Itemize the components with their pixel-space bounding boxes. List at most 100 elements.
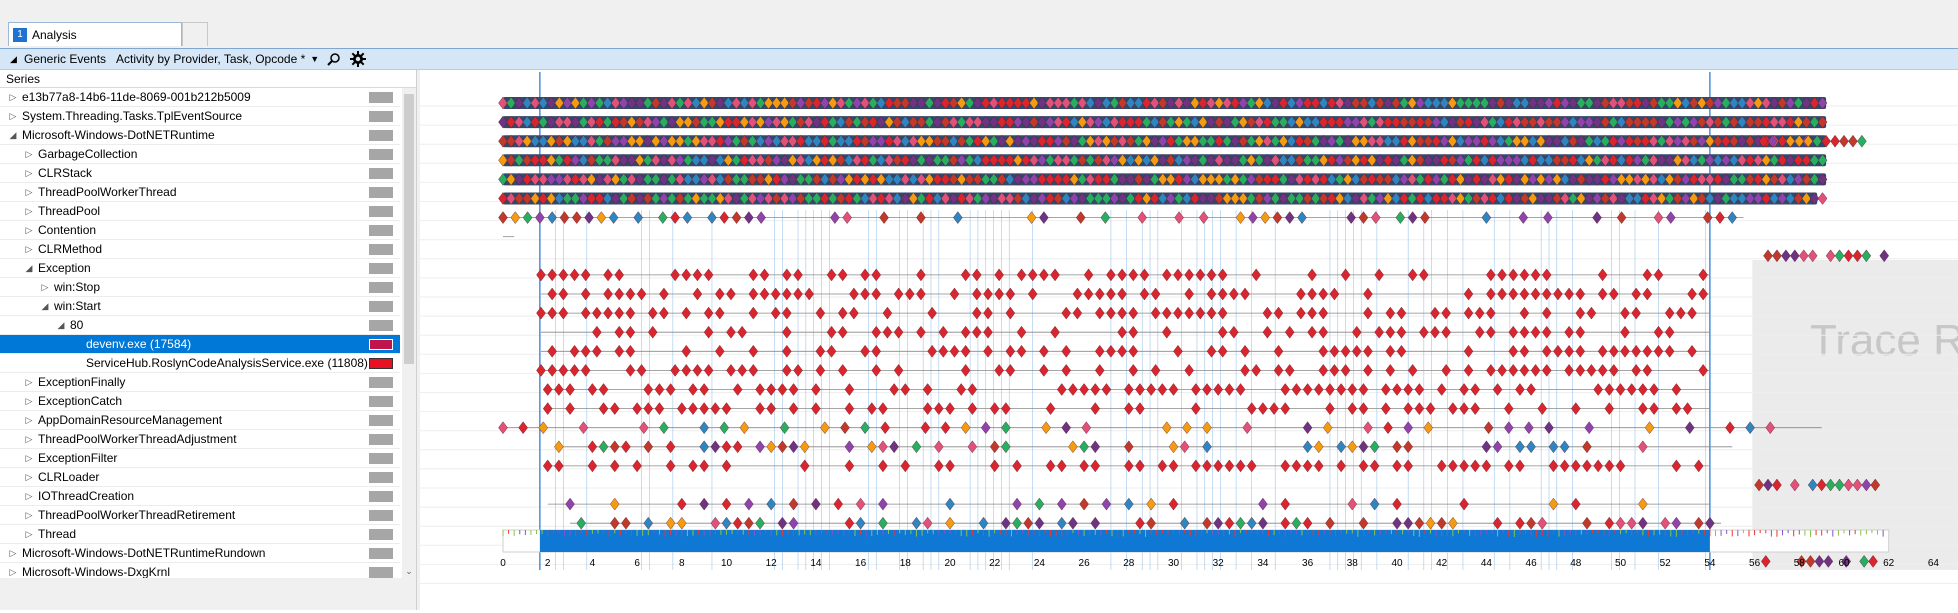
series-color-swatch[interactable] <box>369 548 393 559</box>
expand-icon[interactable]: ▷ <box>24 434 34 445</box>
series-color-swatch[interactable] <box>369 225 393 236</box>
expand-icon[interactable]: ▷ <box>24 206 34 217</box>
search-icon[interactable] <box>325 50 343 68</box>
series-row[interactable]: ◢ Exception <box>0 259 400 278</box>
series-color-swatch[interactable] <box>369 510 393 521</box>
series-color-swatch[interactable] <box>369 130 393 141</box>
series-color-swatch[interactable] <box>369 149 393 160</box>
series-row[interactable]: ▷ ExceptionCatch <box>0 392 400 411</box>
expand-icon[interactable]: ▷ <box>24 491 34 502</box>
series-row[interactable]: devenv.exe (17584) <box>0 335 400 354</box>
series-row[interactable]: ▷ GarbageCollection <box>0 145 400 164</box>
event-diamond <box>837 325 848 339</box>
series-row[interactable]: ▷ Thread <box>0 525 400 544</box>
expand-icon[interactable]: ▷ <box>24 377 34 388</box>
series-color-swatch[interactable] <box>369 168 393 179</box>
event-diamond <box>978 516 989 530</box>
collapse-icon[interactable]: ◢ <box>8 130 18 141</box>
expand-icon[interactable]: ▷ <box>24 187 34 198</box>
series-row[interactable]: ▷ win:Stop <box>0 278 400 297</box>
expand-icon[interactable]: ▷ <box>24 415 34 426</box>
series-row[interactable]: ▷ ThreadPool <box>0 202 400 221</box>
expand-icon[interactable]: ▷ <box>40 282 50 293</box>
series-row[interactable]: ▷ CLRMethod <box>0 240 400 259</box>
series-row[interactable]: ▷ ThreadPoolWorkerThreadRetirement <box>0 506 400 525</box>
series-color-swatch[interactable] <box>369 92 393 103</box>
timeline-graph[interactable]: Trace R 0 2 4 6 8 10 12 14 16 18 20 22 24 26 28 30 32 34 36… <box>420 70 1958 610</box>
expand-icon[interactable]: ▷ <box>24 529 34 540</box>
collapse-icon[interactable]: ◢ <box>10 54 20 65</box>
series-row[interactable]: ▷ IOThreadCreation <box>0 487 400 506</box>
timeline-graph-canvas[interactable]: Trace R0 2 4 6 8 10 12 14 16 18 20 22 24 26 28 30 32 34 36… <box>420 70 1958 610</box>
series-color-swatch[interactable] <box>369 396 393 407</box>
preset-selector[interactable]: Activity by Provider, Task, Opcode * <box>116 52 305 66</box>
expand-icon[interactable]: ▷ <box>8 548 18 559</box>
event-diamond <box>1229 325 1239 339</box>
expand-icon[interactable]: ▷ <box>24 472 34 483</box>
series-row[interactable]: ▷ AppDomainResourceManagement <box>0 411 400 430</box>
series-row[interactable]: ▷ ExceptionFilter <box>0 449 400 468</box>
series-row[interactable]: ▷ CLRStack <box>0 164 400 183</box>
tab-new[interactable] <box>182 22 208 46</box>
collapse-icon[interactable]: ◢ <box>40 301 50 312</box>
series-color-swatch[interactable] <box>369 472 393 483</box>
collapse-icon[interactable]: ◢ <box>56 320 66 331</box>
series-row[interactable]: ▷ System.Threading.Tasks.TplEventSource <box>0 107 400 126</box>
series-row[interactable]: ▷ ExceptionFinally <box>0 373 400 392</box>
series-row[interactable]: ▷ ThreadPoolWorkerThread <box>0 183 400 202</box>
vertical-scrollbar[interactable]: ⌄ <box>402 88 416 578</box>
event-diamond <box>1242 421 1253 435</box>
series-color-swatch[interactable] <box>369 244 393 255</box>
series-color-swatch[interactable] <box>369 187 393 198</box>
series-row[interactable]: ▷ ThreadPoolWorkerThreadAdjustment <box>0 430 400 449</box>
series-color-swatch[interactable] <box>369 263 393 274</box>
expand-icon[interactable]: ▷ <box>24 453 34 464</box>
expand-icon[interactable]: ▷ <box>24 396 34 407</box>
series-row[interactable]: ◢ win:Start <box>0 297 400 316</box>
series-row[interactable]: ServiceHub.RoslynCodeAnalysisService.exe… <box>0 354 400 373</box>
series-color-swatch[interactable] <box>369 529 393 540</box>
series-color-swatch[interactable] <box>369 301 393 312</box>
series-row[interactable]: ◢ 80 <box>0 316 400 335</box>
expand-icon[interactable]: ▷ <box>24 510 34 521</box>
expand-icon[interactable]: ▷ <box>8 111 18 122</box>
tab-analysis[interactable]: 1 Analysis <box>8 22 182 46</box>
series-color-swatch[interactable] <box>369 491 393 502</box>
series-row[interactable]: ▷ e13b77a8-14b6-11de-8069-001b212b5009 <box>0 88 400 107</box>
series-color-swatch[interactable] <box>369 453 393 464</box>
series-color-swatch[interactable] <box>369 434 393 445</box>
series-row[interactable]: ▷ Microsoft-Windows-DxgKrnl <box>0 563 400 578</box>
event-diamond <box>849 306 859 320</box>
series-color-swatch[interactable] <box>369 377 393 388</box>
series-color-swatch[interactable] <box>369 206 393 217</box>
series-column-header[interactable]: Series <box>0 70 416 88</box>
series-row[interactable]: ▷ Contention <box>0 221 400 240</box>
expand-icon[interactable]: ▷ <box>24 149 34 160</box>
event-diamond <box>1284 325 1295 339</box>
scroll-down-icon[interactable]: ⌄ <box>404 566 414 578</box>
series-color-swatch[interactable] <box>369 111 393 122</box>
series-color-swatch[interactable] <box>369 339 393 350</box>
chevron-down-icon[interactable]: ▼ <box>310 54 319 64</box>
event-diamond <box>1174 211 1184 224</box>
event-diamond <box>598 402 609 415</box>
expand-icon[interactable]: ▷ <box>24 168 34 179</box>
series-row[interactable]: ▷ CLRLoader <box>0 468 400 487</box>
series-color-swatch[interactable] <box>369 358 393 369</box>
expand-icon[interactable]: ▷ <box>24 225 34 236</box>
event-diamond <box>1848 134 1858 148</box>
event-diamond <box>1162 421 1172 435</box>
series-color-swatch[interactable] <box>369 415 393 426</box>
gear-icon[interactable] <box>349 50 367 68</box>
expand-icon[interactable]: ▷ <box>8 567 18 578</box>
series-row[interactable]: ◢ Microsoft-Windows-DotNETRuntime <box>0 126 400 145</box>
collapse-icon[interactable]: ◢ <box>24 263 34 274</box>
series-row[interactable]: ▷ Microsoft-Windows-DotNETRuntimeRundown <box>0 544 400 563</box>
series-color-swatch[interactable] <box>369 282 393 293</box>
series-color-swatch[interactable] <box>369 320 393 331</box>
expand-icon[interactable]: ▷ <box>8 92 18 103</box>
event-diamond <box>1615 459 1626 473</box>
scrollbar-thumb[interactable] <box>404 94 414 364</box>
series-color-swatch[interactable] <box>369 567 393 578</box>
expand-icon[interactable]: ▷ <box>24 244 34 255</box>
